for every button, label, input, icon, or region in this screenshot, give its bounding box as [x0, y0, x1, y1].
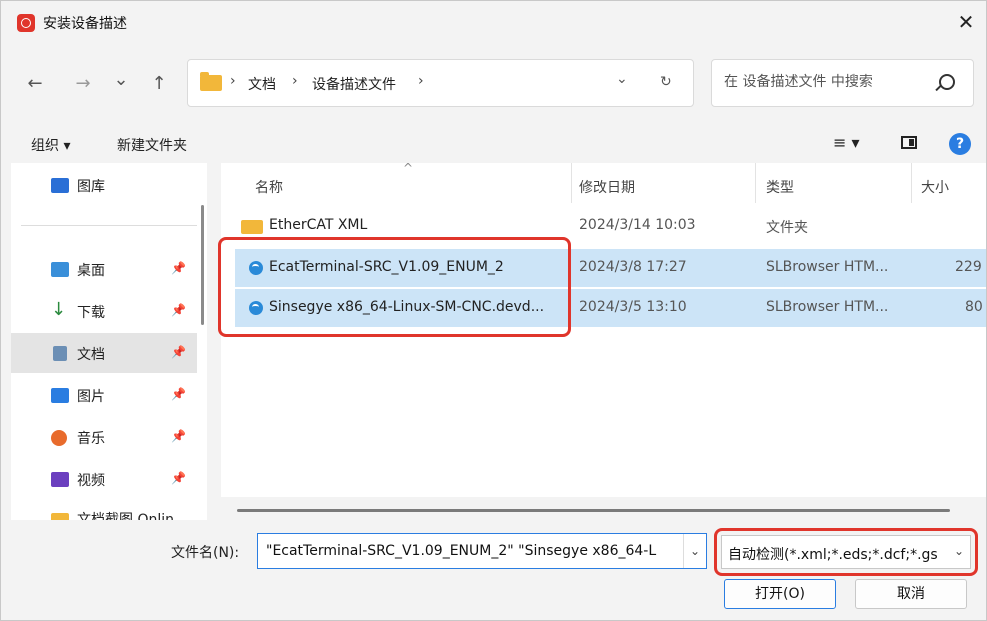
horizontal-scrollbar[interactable]	[237, 509, 950, 512]
sidebar-item-label: 视频	[77, 473, 105, 489]
address-bar[interactable]: › 文档 › 设备描述文件 › ⌄ ↻	[187, 59, 694, 107]
sidebar-item-pictures[interactable]: 图片 📌	[11, 375, 197, 415]
breadcrumb-device-descriptions[interactable]: 设备描述文件	[312, 74, 396, 94]
column-header-type[interactable]: 类型	[766, 177, 794, 197]
organize-menu[interactable]: 组织 ▾	[31, 135, 70, 155]
pin-icon: 📌	[171, 429, 186, 443]
sidebar-item-label: 下载	[77, 305, 105, 321]
documents-icon	[53, 346, 67, 361]
sidebar-item-label: 文档	[77, 347, 105, 363]
sidebar-item-label: 图库	[77, 179, 105, 195]
back-arrow-icon[interactable]: ←	[23, 73, 47, 94]
sidebar-item-screenshots-folder[interactable]: 文档截图 Onlin	[11, 501, 197, 520]
divider	[21, 225, 197, 226]
sidebar-item-label: 桌面	[77, 263, 105, 279]
gallery-icon	[51, 178, 69, 193]
desktop-icon	[51, 262, 69, 277]
column-header-size[interactable]: 大小	[921, 177, 949, 197]
folder-icon	[51, 513, 69, 520]
sort-caret-icon: ^	[403, 161, 414, 175]
sidebar-item-videos[interactable]: 视频 📌	[11, 459, 197, 499]
filename-label: 文件名(N):	[171, 545, 240, 561]
navigation-bar: ← → ⌄ ↑ › 文档 › 设备描述文件 › ⌄ ↻	[1, 59, 986, 111]
file-type: SLBrowser HTM...	[766, 299, 889, 315]
file-modified: 2024/3/8 17:27	[579, 259, 687, 275]
music-icon	[51, 430, 67, 446]
help-icon[interactable]: ?	[949, 133, 971, 155]
highlight-box-files	[218, 237, 571, 337]
videos-icon	[51, 472, 69, 487]
new-folder-button[interactable]: 新建文件夹	[117, 135, 187, 155]
app-icon	[17, 14, 35, 32]
sidebar-item-label: 文档截图 Onlin	[77, 512, 174, 520]
up-arrow-icon[interactable]: ↑	[147, 73, 171, 94]
forward-arrow-icon[interactable]: →	[71, 73, 95, 94]
file-modified: 2024/3/5 13:10	[579, 299, 687, 315]
sidebar-item-label: 音乐	[77, 431, 105, 447]
pin-icon: 📌	[171, 387, 186, 401]
sidebar-item-documents[interactable]: 文档 📌	[11, 333, 197, 373]
sidebar-item-label: 图片	[77, 389, 105, 405]
refresh-icon[interactable]: ↻	[660, 74, 672, 90]
sidebar-item-music[interactable]: 音乐 📌	[11, 417, 197, 457]
close-icon[interactable]: ✕	[951, 9, 981, 35]
breadcrumb-separator: ›	[418, 73, 424, 89]
cancel-button[interactable]: 取消	[855, 579, 967, 609]
sidebar-scrollbar[interactable]	[201, 205, 204, 325]
file-name: EtherCAT XML	[269, 217, 368, 233]
title-bar: 安装设备描述 ✕	[1, 1, 986, 43]
sidebar-item-downloads[interactable]: ↓ 下载 📌	[11, 291, 197, 331]
address-dropdown-icon[interactable]: ⌄	[616, 71, 628, 87]
file-modified: 2024/3/14 10:03	[579, 217, 696, 233]
sidebar-item-desktop[interactable]: 桌面 📌	[11, 249, 197, 289]
pin-icon: 📌	[171, 471, 186, 485]
highlight-box-filter	[714, 528, 978, 576]
view-options-icon[interactable]: ≡ ▾	[833, 133, 860, 152]
recent-locations-chevron-icon[interactable]: ⌄	[109, 69, 133, 90]
file-type: 文件夹	[766, 220, 808, 236]
file-open-dialog: 安装设备描述 ✕ ← → ⌄ ↑ › 文档 › 设备描述文件 › ⌄ ↻ 组织 …	[0, 0, 987, 621]
file-size: 229	[955, 259, 982, 275]
file-size: 80	[965, 299, 983, 315]
breadcrumb-separator: ›	[230, 73, 236, 89]
sidebar-item-gallery[interactable]: 图库	[11, 165, 197, 205]
pictures-icon	[51, 388, 69, 403]
search-box[interactable]	[711, 59, 974, 107]
folder-icon	[200, 72, 222, 91]
search-icon[interactable]	[939, 74, 955, 90]
folder-icon	[241, 220, 263, 234]
filename-field[interactable]: ⌄	[257, 533, 707, 569]
pin-icon: 📌	[171, 303, 186, 317]
search-input[interactable]	[722, 73, 926, 91]
breadcrumb-documents[interactable]: 文档	[248, 74, 276, 94]
file-type: SLBrowser HTM...	[766, 259, 889, 275]
column-divider	[911, 163, 912, 203]
download-icon: ↓	[51, 299, 67, 320]
navigation-pane: 图库 桌面 📌 ↓ 下载 📌 文档 📌 图片 📌 音乐 📌 视频 📌 文档截图 …	[11, 163, 207, 520]
column-divider	[571, 163, 572, 203]
pin-icon: 📌	[171, 261, 186, 275]
chevron-down-icon[interactable]: ⌄	[683, 534, 706, 568]
window-title: 安装设备描述	[43, 16, 127, 32]
column-header-modified[interactable]: 修改日期	[579, 177, 635, 197]
command-bar: 组织 ▾ 新建文件夹 ≡ ▾ ?	[1, 125, 986, 161]
preview-pane-icon[interactable]	[901, 136, 917, 149]
pin-icon: 📌	[171, 345, 186, 359]
breadcrumb-separator: ›	[292, 73, 298, 89]
column-divider	[755, 163, 756, 203]
column-header-name[interactable]: 名称	[255, 177, 283, 197]
open-button[interactable]: 打开(O)	[724, 579, 836, 609]
filename-input[interactable]	[264, 542, 680, 560]
